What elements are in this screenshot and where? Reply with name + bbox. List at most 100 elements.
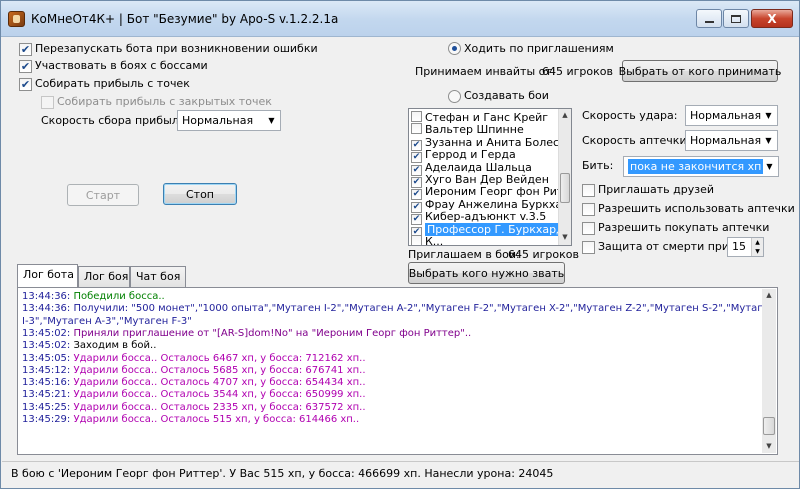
stop-button[interactable]: Стоп <box>163 183 237 205</box>
window-title: КоМнеОт4К+ | Бот "Безумие" by Apo-S v.1.… <box>31 12 339 26</box>
log-line: I-3","Мутаген A-3","Мутаген F-3" <box>22 316 192 328</box>
hit-speed-value: Нормальная <box>690 109 762 122</box>
stepper-up-icon[interactable]: ▲ <box>751 238 763 247</box>
title-bar[interactable]: КоМнеОт4К+ | Бот "Безумие" by Apo-S v.1.… <box>1 1 799 37</box>
log-line: 13:45:02: Приняли приглашение от "[AR-S]… <box>22 328 471 340</box>
death-protect-label: Защита от смерти при < <box>598 240 742 253</box>
scroll-thumb[interactable] <box>560 173 570 203</box>
start-button[interactable]: Старт <box>67 184 139 206</box>
log-time: 13:45:12: <box>22 364 71 376</box>
log-line: 13:44:36: Победили босса.. <box>22 291 165 303</box>
list-item-label: Геррод и Герда <box>425 148 516 162</box>
player-list-scrollbar[interactable]: ▲ ▼ <box>558 109 571 245</box>
list-item-checkbox[interactable] <box>411 123 422 135</box>
invite-friends-checkbox[interactable] <box>582 184 595 197</box>
list-item[interactable]: К... <box>411 235 559 246</box>
allow-meds-checkbox[interactable] <box>582 203 595 216</box>
list-item-label: Вальтер Шпинне <box>425 123 524 137</box>
tab-fight-chat[interactable]: Чат боя <box>130 266 186 287</box>
tab-bot-log[interactable]: Лог бота <box>17 264 78 287</box>
stepper-down-icon[interactable]: ▼ <box>751 247 763 256</box>
tab-fight-log[interactable]: Лог боя <box>78 266 130 287</box>
death-protect-stepper[interactable]: 15 ▲ ▼ <box>727 237 764 257</box>
maximize-icon <box>731 14 741 23</box>
chevron-down-icon: ▼ <box>765 111 772 120</box>
log-line: 13:45:12: Ударили босса.. Осталось 5685 … <box>22 365 366 377</box>
log-time: 13:45:02: <box>22 340 71 352</box>
collect-closed-checkbox[interactable] <box>41 96 54 109</box>
main-window: КоМнеОт4К+ | Бот "Безумие" by Apo-S v.1.… <box>0 0 800 489</box>
death-protect-checkbox[interactable] <box>582 241 595 254</box>
log-time: 13:45:21: <box>22 389 71 401</box>
collect-speed-label: Скорость сбора прибыли: <box>41 114 190 127</box>
scroll-thumb[interactable] <box>763 417 775 435</box>
hit-speed-select[interactable]: Нормальная ▼ <box>685 105 778 126</box>
log-line: 13:45:25: Ударили босса.. Осталось 2335 … <box>22 402 366 414</box>
log-time: 13:45:02: <box>22 327 71 339</box>
log-line: 13:45:21: Ударили босса.. Осталось 3544 … <box>22 389 366 401</box>
choose-invite-button[interactable]: Выбрать кого нужно звать <box>408 262 565 284</box>
hit-speed-label: Скорость удара: <box>582 109 678 122</box>
beat-label: Бить: <box>582 159 614 172</box>
close-button[interactable]: X <box>751 9 793 28</box>
log-text: Ударили босса.. Осталось 6467 хп, у босс… <box>73 352 366 364</box>
collect-speed-value: Нормальная <box>182 114 254 127</box>
med-speed-value: Нормальная <box>690 134 762 147</box>
log-text: Ударили босса.. Осталось 2335 хп, у босс… <box>73 401 366 413</box>
log-line: 13:45:16: Ударили босса.. Осталось 4707 … <box>22 377 366 389</box>
list-item-checkbox[interactable] <box>411 235 422 245</box>
create-fights-radio[interactable] <box>448 90 461 103</box>
boss-fights-checkbox[interactable]: ✔ <box>19 60 32 73</box>
list-item-checkbox[interactable] <box>411 111 422 122</box>
med-speed-select[interactable]: Нормальная ▼ <box>685 130 778 151</box>
collect-speed-select[interactable]: Нормальная ▼ <box>177 110 281 131</box>
minimize-button[interactable] <box>696 9 722 28</box>
log-time: 13:45:29: <box>22 414 71 425</box>
status-bar: В бою с 'Иероним Георг фон Риттер'. У Ва… <box>2 461 799 488</box>
log-time: 13:45:25: <box>22 401 71 413</box>
allow-buy-meds-label: Разрешить покупать аптечки <box>598 221 770 234</box>
scroll-up-icon[interactable]: ▲ <box>559 109 571 121</box>
scroll-down-icon[interactable]: ▼ <box>762 440 776 452</box>
log-line: 13:45:05: Ударили босса.. Осталось 6467 … <box>22 353 366 365</box>
log-text: Ударили босса.. Осталось 515 хп, у босса… <box>73 414 360 425</box>
log-time: 13:44:36: <box>22 303 71 315</box>
maximize-button[interactable] <box>723 9 749 28</box>
minimize-icon <box>704 20 714 23</box>
log-text: I-3","Мутаген A-3","Мутаген F-3" <box>22 315 192 327</box>
log-time: 13:44:36: <box>22 291 71 302</box>
scroll-up-icon[interactable]: ▲ <box>762 289 776 301</box>
log-text: Приняли приглашение от "[AR-S]dom!No" на… <box>73 327 472 339</box>
accept-from-label: Принимаем инвайты от: <box>415 65 556 78</box>
app-icon <box>8 11 25 27</box>
follow-invites-label: Ходить по приглашениям <box>464 42 614 55</box>
log-scrollbar[interactable]: ▲ ▼ <box>762 289 776 453</box>
chevron-down-icon: ▼ <box>268 116 275 125</box>
choose-accept-button[interactable]: Выбрать от кого принимать <box>619 60 781 82</box>
log-text: Ударили босса.. Осталось 4707 хп, у босс… <box>73 377 366 389</box>
log-time: 13:45:05: <box>22 352 71 364</box>
allow-meds-label: Разрешить использовать аптечки <box>598 202 795 215</box>
log-time: 13:45:16: <box>22 377 71 389</box>
log-panel[interactable]: 13:44:36: Победили босса.. 13:44:36: Полу… <box>17 287 778 455</box>
scroll-down-icon[interactable]: ▼ <box>559 231 571 243</box>
death-protect-value: 15 <box>732 240 746 253</box>
collect-closed-label: Собирать прибыль с закрытых точек <box>57 95 272 108</box>
restart-on-error-label: Перезапускать бота при возникновении оши… <box>35 42 318 55</box>
follow-invites-radio[interactable] <box>448 42 461 55</box>
accept-from-count: 645 игроков <box>542 65 613 78</box>
invite-label: Приглашаем в бои: <box>408 248 520 261</box>
beat-select[interactable]: пока не закончится хп ▼ <box>623 156 779 177</box>
collect-profit-checkbox[interactable]: ✔ <box>19 78 32 91</box>
allow-buy-meds-checkbox[interactable] <box>582 222 595 235</box>
collect-profit-label: Собирать прибыль с точек <box>35 77 190 90</box>
restart-on-error-checkbox[interactable]: ✔ <box>19 43 32 56</box>
beat-value: пока не закончится хп <box>628 159 764 174</box>
chevron-down-icon: ▼ <box>765 136 772 145</box>
med-speed-label: Скорость аптечки: <box>582 134 691 147</box>
player-list[interactable]: Стефан и Ганс Крейг Вальтер Шпинне ✔ Зузанн… <box>408 108 572 246</box>
log-text: Заходим в бой.. <box>73 340 157 352</box>
list-item-label: К... <box>425 235 444 246</box>
list-item-label: Зузанна и Анита Болеслав <box>425 135 572 149</box>
log-text: Победили босса.. <box>73 291 165 302</box>
